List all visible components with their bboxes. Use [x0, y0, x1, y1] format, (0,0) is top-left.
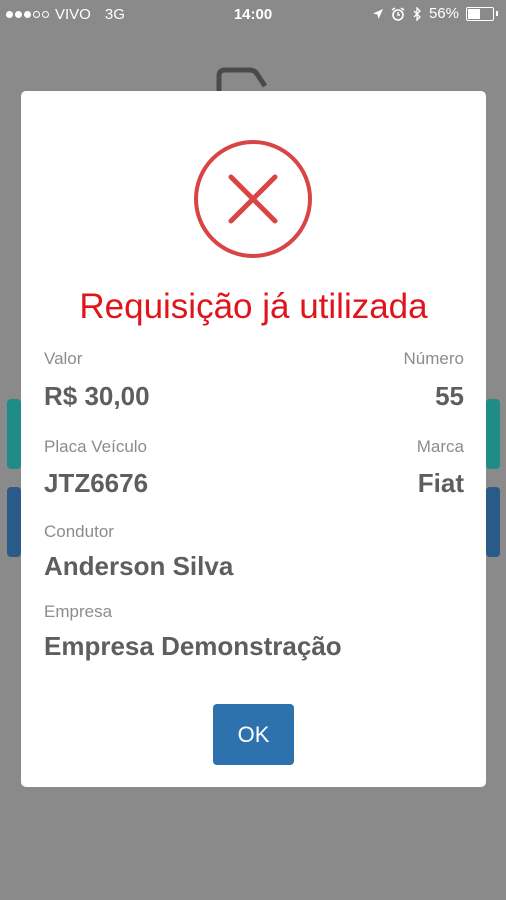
status-icons: 56%	[372, 5, 498, 22]
background-teal-button-left	[7, 399, 21, 469]
alarm-icon	[391, 6, 405, 21]
battery-percent: 56%	[428, 5, 459, 22]
location-icon	[372, 8, 383, 19]
marca-label: Marca	[416, 437, 464, 456]
background-teal-button-right	[486, 399, 500, 469]
placa-value: JTZ6676	[44, 468, 149, 498]
dialog-title: Requisição já utilizada	[79, 287, 428, 326]
status-bar: VIVO 3G 14:00 56%	[0, 0, 506, 30]
valor-value: R$ 30,00	[44, 381, 150, 411]
marca-value: Fiat	[417, 468, 464, 498]
numero-label: Número	[403, 349, 464, 368]
empresa-label: Empresa	[44, 602, 113, 621]
placa-label: Placa Veículo	[44, 437, 148, 456]
battery-tip	[496, 11, 498, 16]
background-blue-button-left	[7, 487, 21, 557]
condutor-value: Anderson Silva	[44, 551, 234, 581]
numero-value: 55	[435, 381, 464, 411]
bluetooth-icon	[413, 6, 421, 21]
battery-icon	[466, 6, 494, 21]
valor-label: Valor	[44, 349, 83, 368]
background-blue-button-right	[486, 487, 500, 557]
empresa-value: Empresa Demonstração	[44, 631, 342, 661]
condutor-label: Condutor	[44, 522, 114, 541]
ok-button[interactable]: OK	[213, 704, 294, 765]
error-x-icon	[194, 140, 312, 258]
error-dialog: Requisição já utilizada Valor R$ 30,00 N…	[21, 91, 486, 787]
